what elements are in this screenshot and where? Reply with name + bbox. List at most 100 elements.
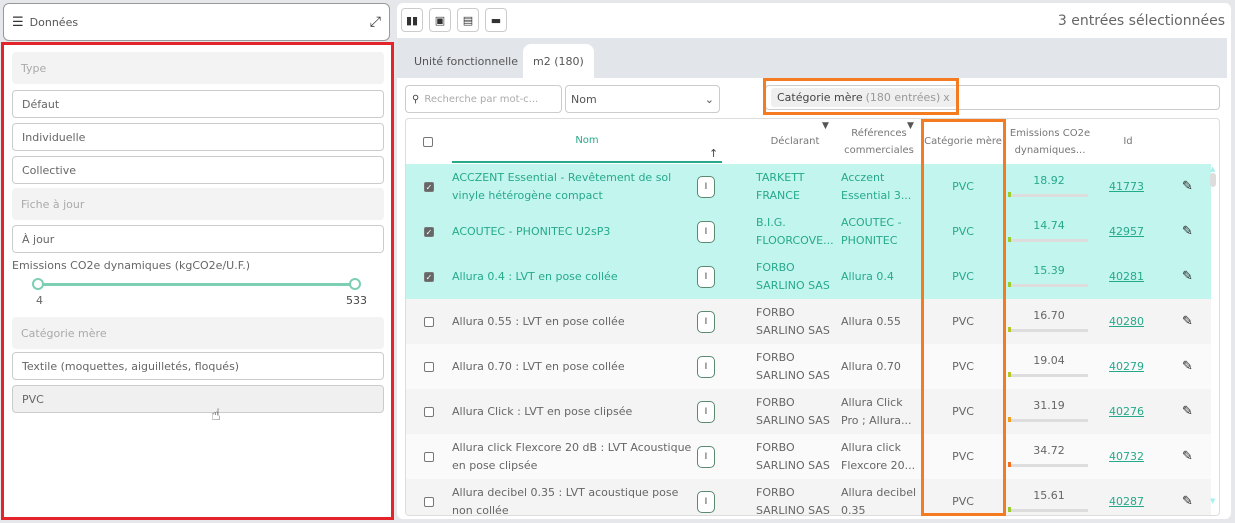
row-emissions: 16.70 (1008, 299, 1090, 344)
type-option-individual[interactable]: Individuelle (12, 123, 384, 151)
panel-title: Données (29, 15, 79, 29)
row-nom[interactable]: Allura decibel 0.35 : LVT acoustique pos… (452, 479, 697, 516)
row-nom[interactable]: Allura 0.4 : LVT en pose collée (452, 254, 697, 299)
add-note-button[interactable]: ▤ (457, 8, 479, 32)
row-references: ACOUTEC - PHONITEC (841, 215, 902, 247)
tab-m2[interactable]: m2 (180) (523, 44, 594, 78)
col-emissions[interactable]: Emissions CO2e dynamiques... (1006, 119, 1094, 164)
col-id[interactable]: Id (1106, 119, 1150, 164)
row-nom[interactable]: Allura 0.55 : LVT en pose collée (452, 299, 697, 344)
table-row[interactable]: Allura decibel 0.35 : LVT acoustique pos… (406, 479, 1211, 516)
sort-select[interactable]: Nom ⌄ (565, 85, 720, 113)
category-option-pvc[interactable]: PVC (12, 385, 384, 413)
emissions-level-bar (1008, 507, 1088, 512)
type-header: Type (12, 52, 384, 84)
info-badge[interactable]: I (697, 389, 715, 434)
row-checkbox[interactable]: ✓ (424, 209, 434, 254)
add-folder-button[interactable]: ▣ (429, 8, 451, 32)
type-option-collective[interactable]: Collective (12, 156, 384, 184)
list-icon: ☰ (12, 14, 24, 30)
row-id-link[interactable]: 40276 (1109, 389, 1144, 434)
row-id-link[interactable]: 42957 (1109, 209, 1144, 254)
type-option-default[interactable]: Défaut (12, 90, 384, 118)
info-badge[interactable]: I (697, 254, 715, 299)
emissions-range-slider[interactable] (32, 278, 361, 290)
fiche-option-up-to-date[interactable]: À jour (12, 225, 384, 253)
row-checkbox[interactable] (424, 344, 434, 389)
info-badge[interactable]: I (697, 299, 715, 344)
table-row[interactable]: Allura 0.55 : LVT en pose collée I FORBO… (406, 299, 1211, 344)
data-panel-header: ☰ Données ⤢ (3, 3, 390, 41)
row-declarant: FORBO SARLINO SAS (756, 350, 830, 382)
row-nom[interactable]: Allura click Flexcore 20 dB : LVT Acoust… (452, 434, 697, 479)
row-declarant: FORBO SARLINO SAS (756, 485, 830, 516)
slider-min-handle[interactable] (32, 278, 44, 290)
sort-value: Nom (571, 92, 597, 106)
emissions-level-bar (1008, 237, 1088, 242)
row-emissions: 19.04 (1008, 344, 1090, 389)
edit-icon[interactable]: ✎ (1182, 254, 1193, 299)
edit-icon[interactable]: ✎ (1182, 299, 1193, 344)
table-row[interactable]: Allura 0.70 : LVT en pose collée I FORBO… (406, 344, 1211, 389)
emissions-level-bar (1008, 327, 1088, 332)
row-nom[interactable]: Allura 0.70 : LVT en pose collée (452, 344, 697, 389)
tab-bar: Unité fonctionnelle m2 (180) (397, 38, 1227, 78)
row-checkbox[interactable] (424, 434, 434, 479)
row-id-link[interactable]: 40732 (1109, 434, 1144, 479)
info-badge[interactable]: I (697, 434, 715, 479)
info-badge[interactable]: I (697, 164, 715, 209)
slider-max-handle[interactable] (349, 278, 361, 290)
row-id-link[interactable]: 40287 (1109, 479, 1144, 515)
select-all-checkbox[interactable] (423, 119, 433, 164)
row-nom[interactable]: Allura Click : LVT en pose clipsée (452, 389, 697, 434)
category-option-textile[interactable]: Textile (moquettes, aiguilletés, floqués… (12, 352, 384, 380)
col-nom[interactable]: Nom (452, 119, 722, 163)
row-declarant: FORBO SARLINO SAS (756, 440, 830, 472)
sort-asc-icon[interactable]: ↑ (709, 147, 718, 160)
bar-chart-icon: ▮▮ (405, 13, 419, 27)
edit-icon[interactable]: ✎ (1182, 389, 1193, 434)
row-id-link[interactable]: 40280 (1109, 299, 1144, 344)
edit-icon[interactable]: ✎ (1182, 479, 1193, 515)
row-references: Allura 0.70 (841, 359, 901, 373)
table-scrollbar[interactable]: ▲ ▼ (1210, 165, 1218, 505)
table-row[interactable]: Allura Click : LVT en pose clipsée I FOR… (406, 389, 1211, 434)
edit-icon[interactable]: ✎ (1182, 434, 1193, 479)
bar-chart-button[interactable]: ▮▮ (401, 8, 423, 32)
emissions-level-bar (1008, 372, 1088, 377)
row-checkbox[interactable] (424, 479, 434, 515)
slider-max-value: 533 (346, 294, 367, 307)
search-input[interactable]: ⚲ Recherche par mot-c... (405, 85, 562, 113)
table-row[interactable]: ✓ ACCZENT Essential - Revêtement de sol … (406, 164, 1211, 209)
chip-highlight (763, 78, 959, 115)
row-checkbox[interactable]: ✓ (424, 254, 434, 299)
row-id-link[interactable]: 41773 (1109, 164, 1144, 209)
row-id-link[interactable]: 40281 (1109, 254, 1144, 299)
row-nom[interactable]: ACOUTEC - PHONITEC U2sP3 (452, 209, 697, 254)
info-badge[interactable]: I (697, 209, 715, 254)
folder-plus-icon: ▣ (434, 13, 446, 27)
row-checkbox[interactable] (424, 299, 434, 344)
table-row[interactable]: Allura click Flexcore 20 dB : LVT Acoust… (406, 434, 1211, 479)
category-header: Catégorie mère (12, 317, 384, 349)
info-badge[interactable]: I (697, 479, 715, 515)
info-badge[interactable]: I (697, 344, 715, 389)
edit-icon[interactable]: ✎ (1182, 164, 1193, 209)
table-row[interactable]: ✓ Allura 0.4 : LVT en pose collée I FORB… (406, 254, 1211, 299)
row-id-link[interactable]: 40279 (1109, 344, 1144, 389)
row-checkbox[interactable] (424, 389, 434, 434)
row-emissions: 34.72 (1008, 434, 1090, 479)
row-checkbox[interactable]: ✓ (424, 164, 434, 209)
row-emissions: 18.92 (1008, 164, 1090, 209)
row-nom[interactable]: ACCZENT Essential - Revêtement de sol vi… (452, 164, 697, 209)
emissions-level-bar (1008, 192, 1088, 197)
delete-button[interactable]: ▬ (485, 8, 507, 32)
tab-functional-unit[interactable]: Unité fonctionnelle (404, 44, 528, 78)
filter-icon[interactable]: ▼ (822, 121, 829, 131)
edit-icon[interactable]: ✎ (1182, 344, 1193, 389)
table-row[interactable]: ✓ ACOUTEC - PHONITEC U2sP3 I B.I.G. FLOO… (406, 209, 1211, 254)
edit-icon[interactable]: ✎ (1182, 209, 1193, 254)
row-emissions: 15.39 (1008, 254, 1090, 299)
filter-icon[interactable]: ▼ (907, 121, 914, 131)
expand-icon[interactable]: ⤢ (370, 14, 381, 30)
